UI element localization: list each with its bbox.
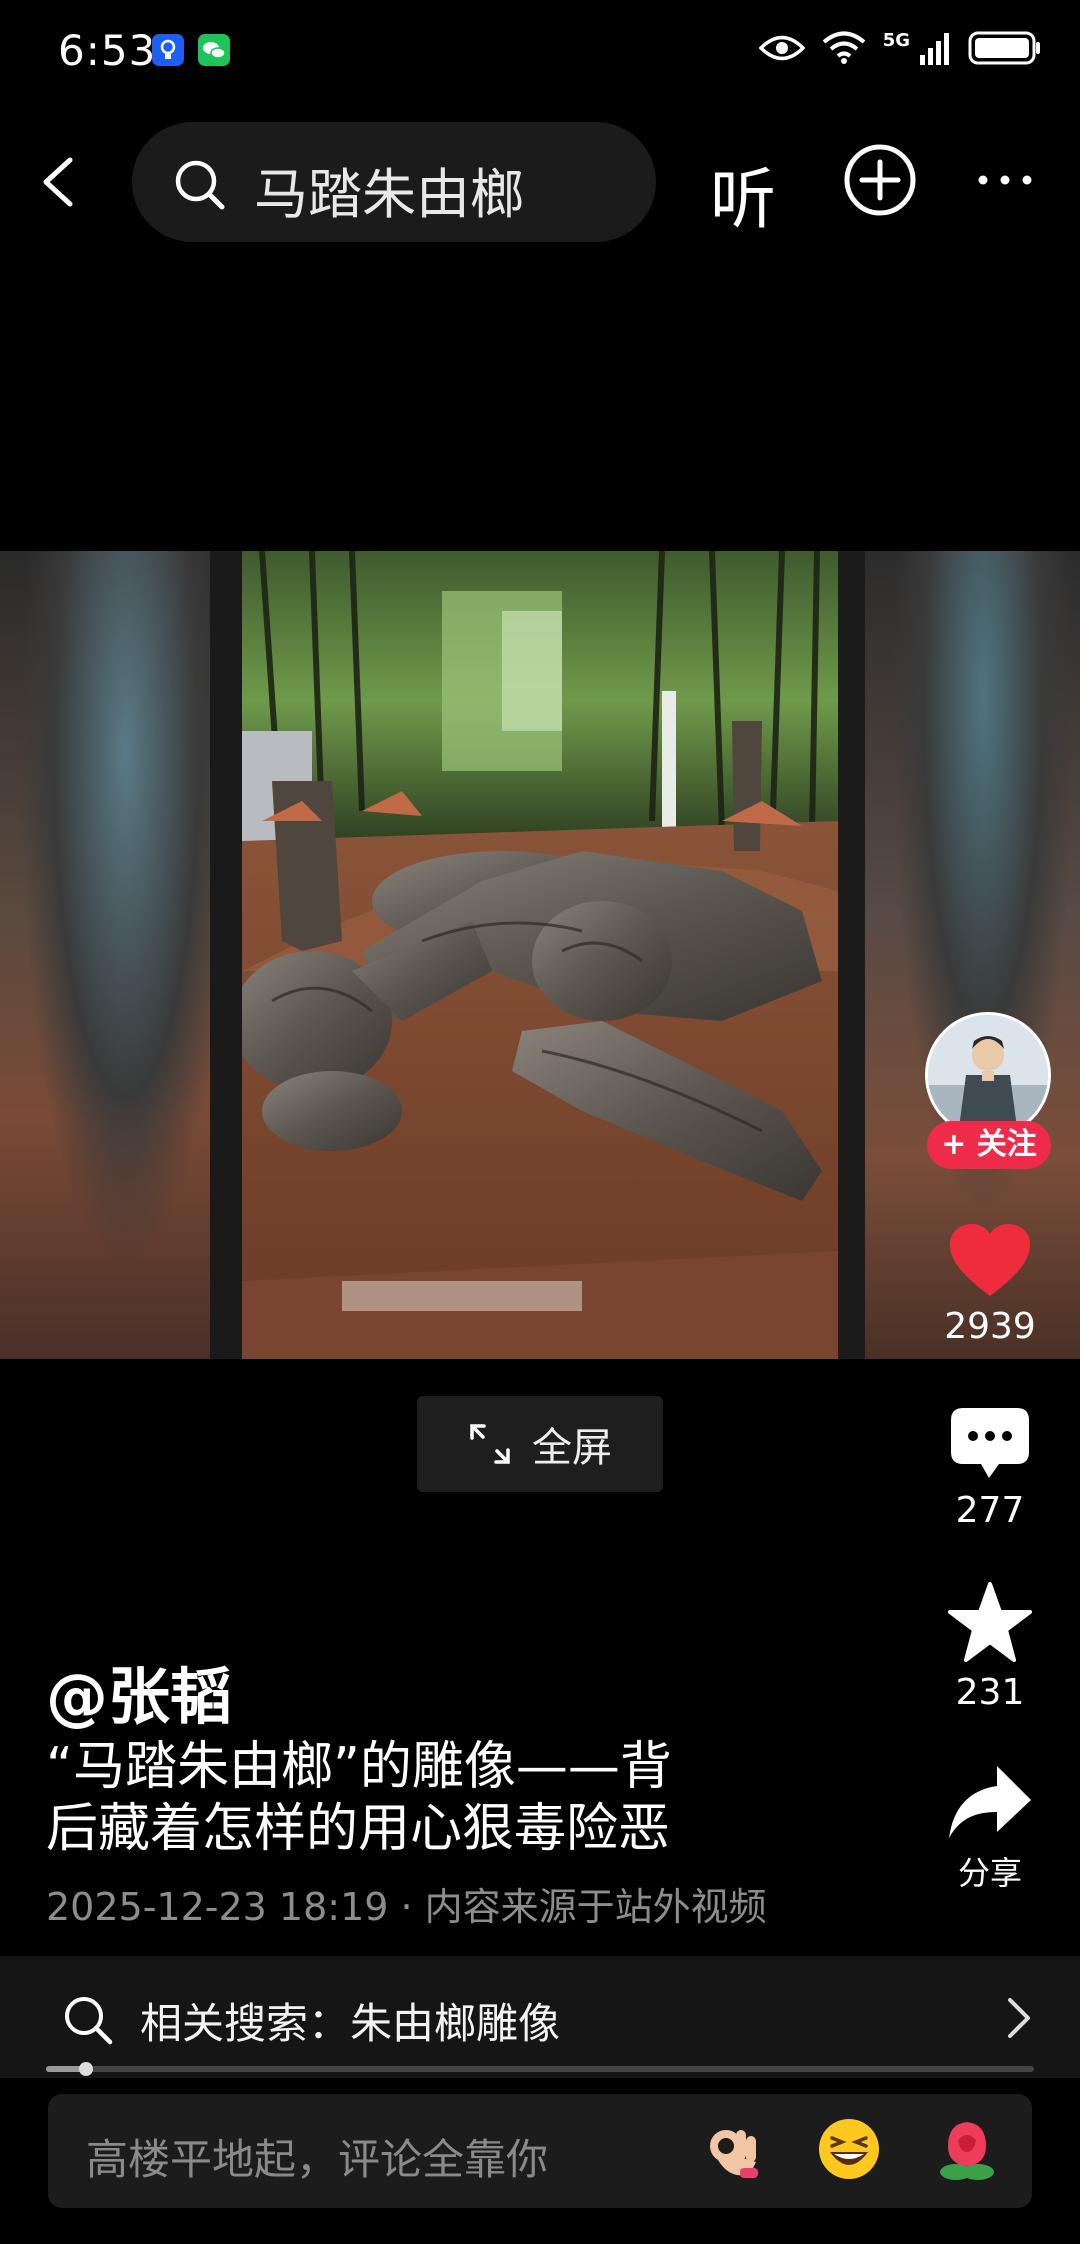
video-progress-knob[interactable] bbox=[78, 2062, 93, 2076]
search-query: 马踏朱由榔 bbox=[254, 163, 524, 226]
favorite-button[interactable]: 231 bbox=[940, 1580, 1040, 1713]
wifi-icon bbox=[822, 31, 865, 64]
heart-icon bbox=[950, 1224, 1030, 1296]
like-button[interactable]: 2939 bbox=[940, 1222, 1040, 1347]
more-button[interactable] bbox=[975, 142, 1035, 229]
avatar[interactable] bbox=[925, 1012, 1051, 1138]
status-time: 6:53 bbox=[58, 26, 157, 75]
wechat-app-icon bbox=[198, 34, 230, 66]
video-blur-left bbox=[0, 551, 210, 1359]
author-avatar-group[interactable]: + 关注 bbox=[925, 1012, 1055, 1172]
video-frame-statue bbox=[242, 551, 838, 1359]
back-button[interactable] bbox=[30, 152, 90, 212]
plus-circle-icon bbox=[844, 144, 916, 216]
add-button[interactable] bbox=[842, 142, 918, 222]
rose-emoji-icon[interactable] bbox=[934, 2116, 1000, 2182]
search-icon bbox=[65, 1997, 113, 2045]
related-search-text: 相关搜索：朱由榔雕像 bbox=[140, 1990, 560, 2051]
ok-hand-emoji-icon[interactable] bbox=[700, 2116, 766, 2182]
battery-icon bbox=[968, 31, 1040, 65]
post-meta: 2025-12-23 18:19 · 内容来源于站外视频 bbox=[46, 1885, 767, 1929]
chevron-right-icon bbox=[1008, 1998, 1030, 2038]
top-nav: 马踏朱由榔 听 bbox=[0, 122, 1080, 242]
fullscreen-label: 全屏 bbox=[532, 1425, 612, 1471]
video-progress-bar[interactable] bbox=[46, 2062, 1034, 2076]
search-icon bbox=[175, 160, 225, 210]
expand-icon bbox=[470, 1424, 510, 1464]
video-player[interactable] bbox=[0, 551, 1080, 1359]
follow-button[interactable]: + 关注 bbox=[927, 1121, 1051, 1169]
related-search-prefix: 相关搜索： bbox=[140, 1999, 351, 2048]
more-dots-icon bbox=[978, 175, 1032, 185]
video-edge-left bbox=[210, 551, 242, 1359]
laughing-emoji-icon[interactable] bbox=[816, 2116, 882, 2182]
comment-placeholder: 高楼平地起，评论全靠你 bbox=[86, 2135, 549, 2184]
fullscreen-button[interactable]: 全屏 bbox=[417, 1396, 663, 1492]
chevron-left-icon bbox=[43, 157, 73, 207]
eye-icon bbox=[758, 35, 805, 61]
related-search-bar[interactable]: 相关搜索：朱由榔雕像 bbox=[0, 1956, 1080, 2078]
bulb-app-icon bbox=[152, 34, 184, 66]
star-icon bbox=[948, 1582, 1032, 1662]
post-caption: “马踏朱由榔”的雕像——背 后藏着怎样的用心狠毒险恶 bbox=[46, 1737, 672, 1859]
signal-icon bbox=[920, 33, 949, 65]
comment-button[interactable]: 277 bbox=[940, 1406, 1040, 1531]
status-icons: 5G bbox=[758, 30, 1042, 66]
search-input[interactable]: 马踏朱由榔 bbox=[132, 122, 656, 242]
network-label: 5G bbox=[882, 30, 910, 51]
like-count: 2939 bbox=[944, 1306, 1036, 1347]
comment-count: 277 bbox=[955, 1490, 1025, 1531]
author-name[interactable]: @张韬 bbox=[46, 1646, 232, 1736]
share-label: 分享 bbox=[957, 1854, 1022, 1892]
share-button[interactable]: 分享 bbox=[940, 1764, 1040, 1894]
comment-input[interactable]: 高楼平地起，评论全靠你 bbox=[48, 2094, 1032, 2208]
favorite-count: 231 bbox=[955, 1672, 1025, 1713]
listen-button[interactable]: 听 bbox=[710, 146, 776, 242]
comment-bubble-icon bbox=[951, 1408, 1029, 1478]
related-search-term: 朱由榔雕像 bbox=[350, 1999, 561, 2048]
share-arrow-icon bbox=[949, 1766, 1031, 1838]
status-bar: 6:53 5G bbox=[0, 0, 1080, 100]
